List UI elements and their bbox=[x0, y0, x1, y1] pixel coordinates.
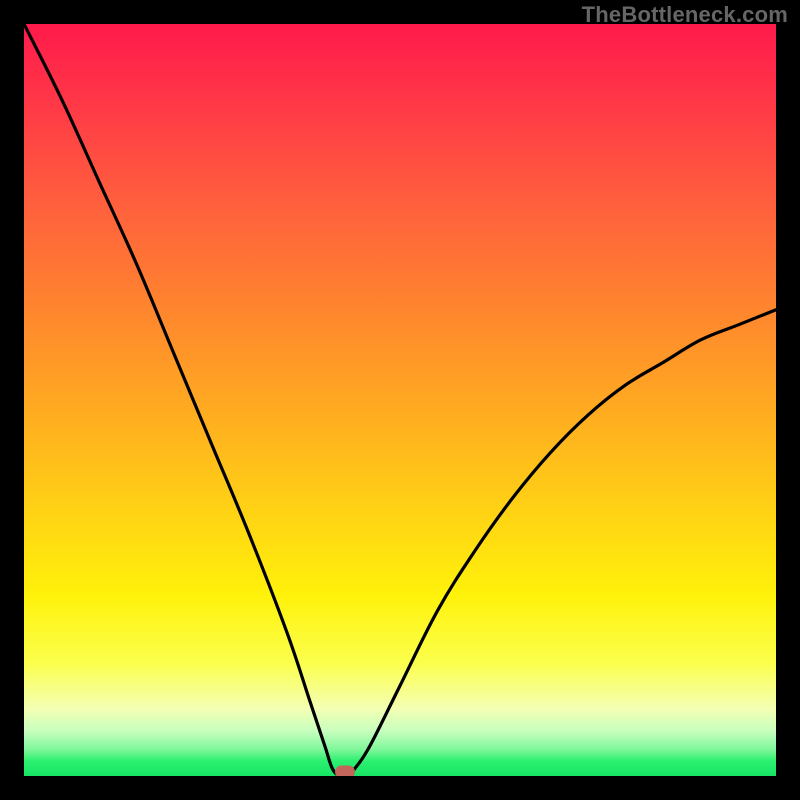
chart-frame: TheBottleneck.com bbox=[0, 0, 800, 800]
plot-area bbox=[24, 24, 776, 776]
bottleneck-curve bbox=[24, 24, 776, 776]
optimal-marker bbox=[335, 766, 355, 776]
